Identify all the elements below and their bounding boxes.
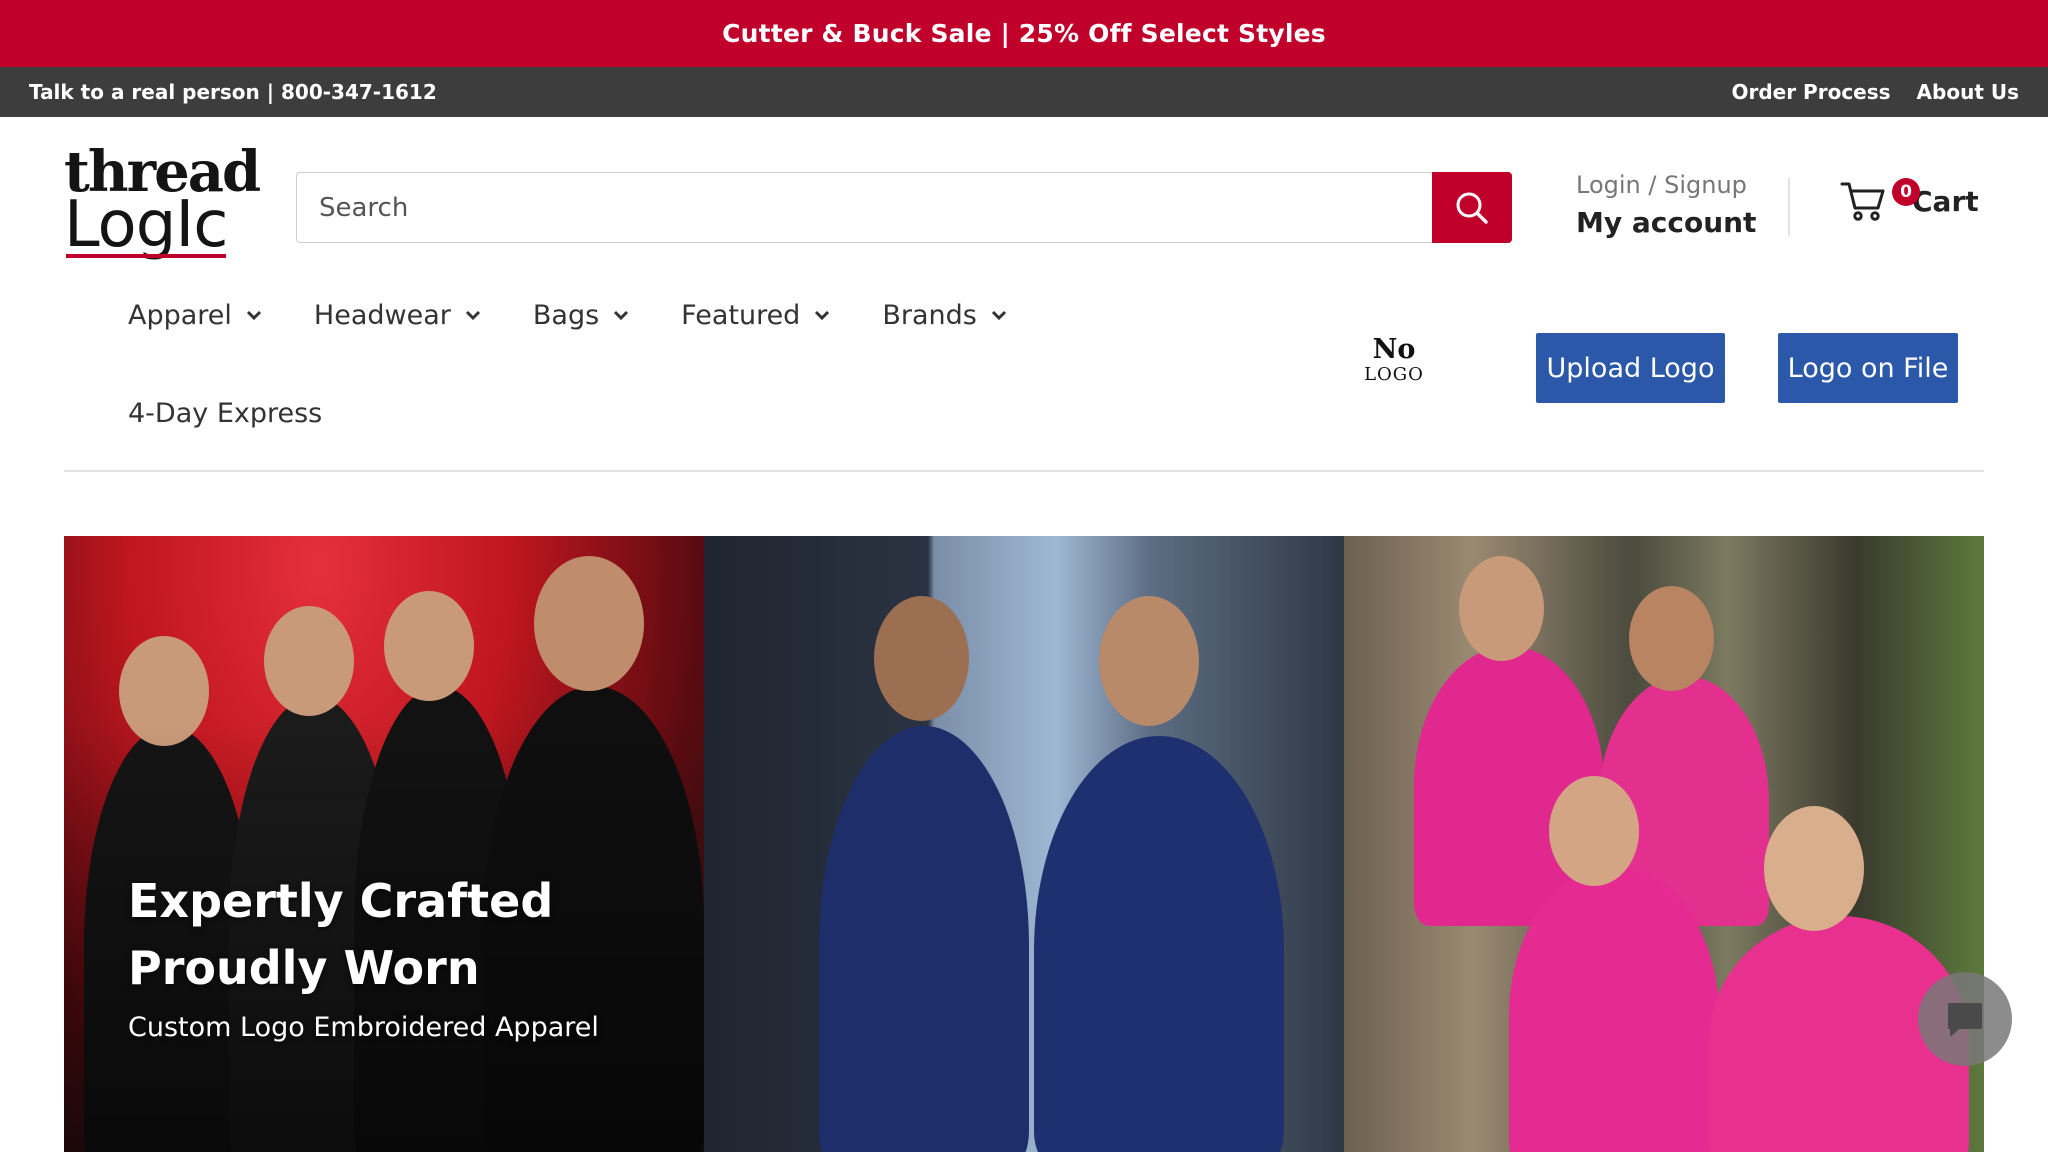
- hero-subtitle: Custom Logo Embroidered Apparel: [128, 1012, 599, 1043]
- person-figure: [1509, 866, 1719, 1152]
- nav-label: Bags: [532, 299, 600, 331]
- main-nav: Apparel Headwear Bags Featured Brands: [128, 295, 1059, 335]
- person-figure: [1034, 736, 1284, 1152]
- no-logo-indicator: No LOGO: [1362, 335, 1426, 385]
- contact-info: Talk to a real person | 800-347-1612: [29, 80, 437, 104]
- about-us-link[interactable]: About Us: [1917, 80, 2019, 104]
- nav-item-bags[interactable]: Bags: [533, 295, 681, 335]
- logo-on-file-button[interactable]: Logo on File: [1778, 333, 1958, 403]
- chevron-down-icon: [991, 310, 1007, 320]
- chat-button[interactable]: [1918, 972, 2012, 1066]
- logo-underline: [66, 254, 226, 258]
- cart-icon: [1840, 182, 1885, 221]
- person-head: [1459, 556, 1544, 661]
- person-head: [1764, 806, 1864, 931]
- hero-photo-left: [64, 536, 704, 1152]
- nav-item-brands[interactable]: Brands: [882, 295, 1059, 335]
- my-account-link[interactable]: My account: [1576, 202, 1756, 244]
- hero-banner[interactable]: [64, 536, 1984, 1152]
- hero-shade: [64, 536, 704, 1152]
- cart-count-badge: 0: [1892, 178, 1920, 206]
- person-head: [874, 596, 969, 721]
- hero-title: Expertly Crafted Proudly Worn: [128, 868, 553, 1002]
- nav-item-4-day-express[interactable]: 4-Day Express: [128, 398, 322, 429]
- search-button[interactable]: [1432, 172, 1512, 243]
- utility-links: Order Process About Us: [1731, 67, 2019, 117]
- site-logo[interactable]: thread LogIc: [62, 140, 261, 268]
- account-menu[interactable]: Login / Signup My account: [1576, 168, 1756, 244]
- chevron-down-icon: [465, 310, 481, 320]
- person-head: [1629, 586, 1714, 691]
- search-icon: [1456, 192, 1488, 224]
- chevron-down-icon: [814, 310, 830, 320]
- nav-label: Brands: [882, 299, 977, 331]
- utility-bar: Talk to a real person | 800-347-1612 Ord…: [0, 67, 2048, 117]
- upload-logo-button[interactable]: Upload Logo: [1536, 333, 1725, 403]
- search-bar: [296, 172, 1512, 243]
- nav-label: Headwear: [313, 299, 451, 331]
- hero-title-line2: Proudly Worn: [128, 941, 480, 995]
- order-process-link[interactable]: Order Process: [1731, 80, 1890, 104]
- nav-item-featured[interactable]: Featured: [681, 295, 882, 335]
- hero-photo-right: [1344, 536, 1984, 1152]
- login-signup-link[interactable]: Login / Signup: [1576, 168, 1756, 202]
- nav-item-apparel[interactable]: Apparel: [128, 295, 314, 335]
- logo-line-logic: LogIc: [64, 188, 228, 262]
- chevron-down-icon: [613, 310, 629, 320]
- hero-photo-center: [704, 536, 1344, 1152]
- nav-item-headwear[interactable]: Headwear: [314, 295, 533, 335]
- search-input[interactable]: [296, 172, 1432, 243]
- person-figure: [819, 726, 1029, 1152]
- cart-label: Cart: [1912, 184, 1979, 218]
- nav-label: Apparel: [128, 299, 232, 331]
- chat-icon: [1948, 1003, 1982, 1036]
- nav-label: Featured: [681, 299, 801, 331]
- chevron-down-icon: [246, 310, 262, 320]
- person-head: [1549, 776, 1639, 886]
- header-divider-line: [64, 470, 1984, 472]
- cart-button[interactable]: 0 Cart: [1840, 178, 1979, 222]
- hero-title-line1: Expertly Crafted: [128, 874, 554, 928]
- announcement-bar[interactable]: Cutter & Buck Sale | 25% Off Select Styl…: [0, 0, 2048, 67]
- header-divider: [1788, 178, 1790, 236]
- no-logo-line1: No: [1372, 334, 1416, 365]
- no-logo-line2: LOGO: [1364, 364, 1424, 385]
- announcement-text[interactable]: Cutter & Buck Sale | 25% Off Select Styl…: [722, 19, 1326, 48]
- person-head: [1099, 596, 1199, 726]
